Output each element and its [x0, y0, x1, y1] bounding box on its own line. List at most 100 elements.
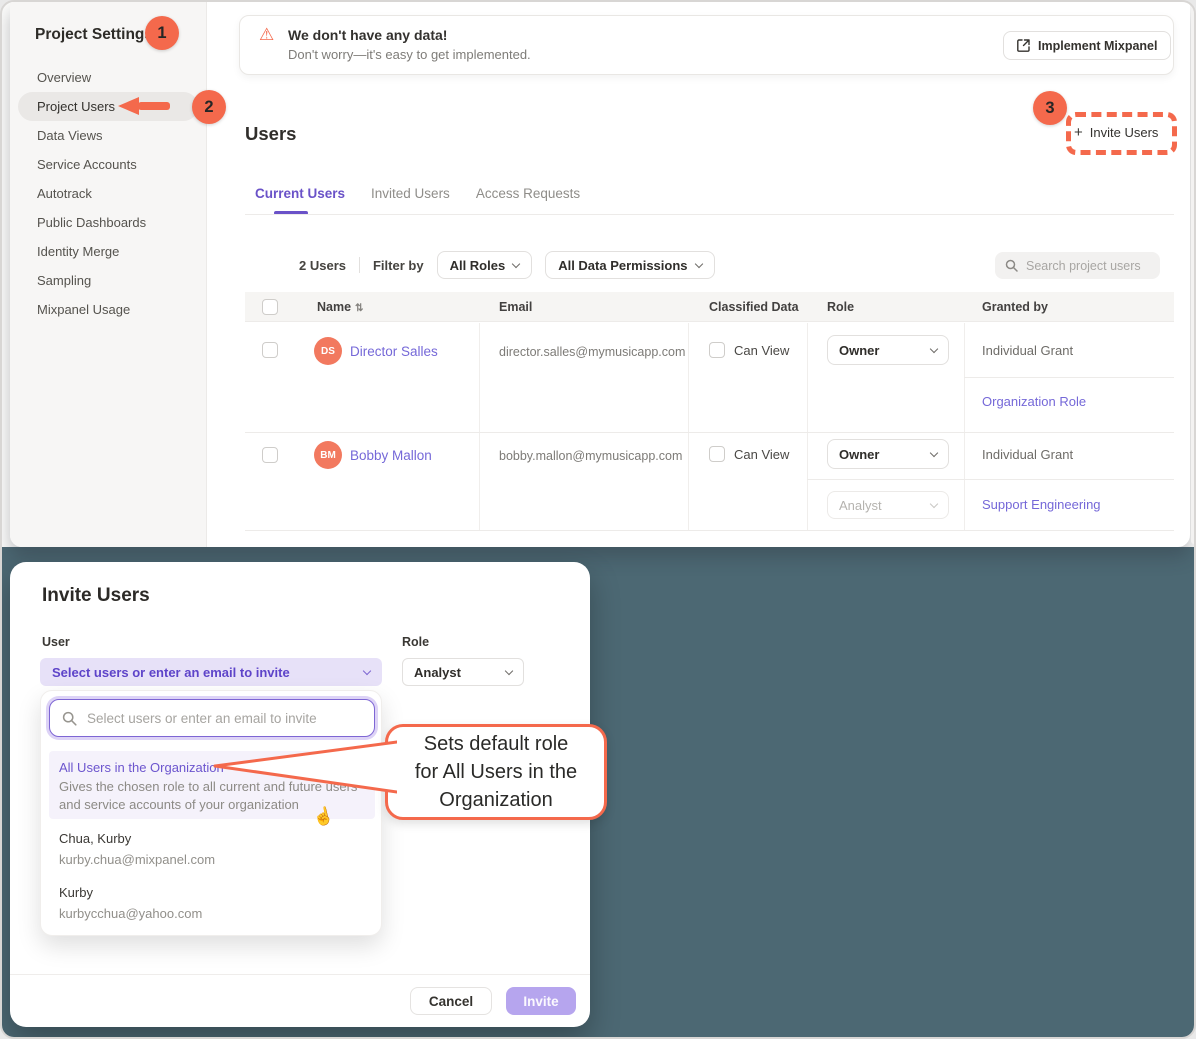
option-email: kurbycchua@yahoo.com — [59, 906, 202, 921]
sidebar: Project Settings Overview Project Users … — [10, 2, 207, 547]
granted-by-text: Individual Grant — [982, 447, 1073, 462]
option-user[interactable]: Kurby kurbycchua@yahoo.com — [59, 885, 202, 921]
option-name: Chua, Kurby — [59, 831, 215, 846]
sidebar-item-identity-merge[interactable]: Identity Merge — [10, 237, 207, 266]
modal-title: Invite Users — [42, 585, 150, 607]
role-select[interactable]: Owner — [827, 335, 949, 365]
select-all-checkbox[interactable] — [262, 299, 278, 315]
hand-cursor-icon: ☝ — [311, 805, 336, 829]
classified-cell: Can View — [709, 446, 789, 462]
chevron-down-icon — [512, 259, 520, 267]
external-link-icon — [1017, 39, 1030, 52]
can-view-label: Can View — [734, 343, 789, 358]
tab-access-requests[interactable]: Access Requests — [476, 186, 580, 201]
annotation-arrow-icon — [118, 97, 170, 115]
filter-row: 2 Users Filter by All Roles All Data Per… — [299, 251, 715, 279]
page-title: Users — [245, 123, 296, 145]
tab-current-users[interactable]: Current Users — [255, 186, 345, 201]
sidebar-item-data-views[interactable]: Data Views — [10, 121, 207, 150]
column-divider — [479, 323, 480, 530]
callout-line: Sets default role — [424, 730, 569, 758]
invite-users-button[interactable]: + Invite Users — [1074, 124, 1158, 141]
cancel-button[interactable]: Cancel — [410, 987, 492, 1015]
sidebar-item-overview[interactable]: Overview — [10, 63, 207, 92]
no-data-banner: ⚠ We don't have any data! Don't worry—it… — [239, 15, 1174, 75]
modal-footer-divider — [10, 974, 590, 975]
tabs-divider — [245, 214, 1174, 215]
invite-users-label: Invite Users — [1090, 125, 1159, 140]
sidebar-items: Overview Project Users Data Views Servic… — [10, 63, 207, 324]
scrollbar-track[interactable] — [1191, 4, 1196, 544]
option-email: kurby.chua@mixpanel.com — [59, 852, 215, 867]
sort-icon: ⇅ — [355, 303, 363, 314]
sidebar-item-mixpanel-usage[interactable]: Mixpanel Usage — [10, 295, 207, 324]
column-header-granted: Granted by — [982, 300, 1048, 314]
user-email: bobby.mallon@mymusicapp.com — [499, 449, 682, 463]
search-input[interactable] — [1026, 259, 1146, 273]
column-divider — [964, 323, 965, 530]
chevron-down-icon — [505, 666, 513, 674]
filter-by-label: Filter by — [373, 258, 424, 273]
chevron-down-icon — [694, 259, 702, 267]
sidebar-item-service-accounts[interactable]: Service Accounts — [10, 150, 207, 179]
classified-cell: Can View — [709, 342, 789, 358]
sidebar-item-public-dashboards[interactable]: Public Dashboards — [10, 208, 207, 237]
option-title: All Users in the Organization — [59, 760, 224, 775]
row-checkbox[interactable] — [262, 447, 278, 463]
sidebar-title: Project Settings — [35, 26, 153, 44]
divider — [359, 257, 360, 273]
users-table: Name⇅ Email Classified Data Role Granted… — [245, 292, 1174, 531]
table-header-row: Name⇅ Email Classified Data Role Granted… — [245, 292, 1174, 322]
can-view-checkbox[interactable] — [709, 446, 725, 462]
option-user[interactable]: Chua, Kurby kurby.chua@mixpanel.com — [59, 831, 215, 867]
granted-by-text: Individual Grant — [982, 343, 1073, 358]
column-divider — [807, 323, 808, 530]
column-header-role: Role — [827, 300, 854, 314]
organization-role-link[interactable]: Organization Role — [982, 394, 1086, 409]
users-tabs: Current Users Invited Users Access Reque… — [255, 186, 580, 201]
implement-mixpanel-button[interactable]: Implement Mixpanel — [1003, 31, 1171, 60]
permissions-filter-value: All Data Permissions — [558, 258, 687, 273]
role-select[interactable]: Analyst — [402, 658, 524, 686]
sidebar-item-project-users[interactable]: Project Users — [10, 92, 207, 121]
column-header-email: Email — [499, 300, 532, 314]
user-select[interactable]: Select users or enter an email to invite — [40, 658, 382, 686]
roles-filter-value: All Roles — [450, 258, 506, 273]
callout-bubble: Sets default role for All Users in the O… — [385, 724, 607, 820]
sub-row-divider — [807, 479, 1174, 480]
invite-button[interactable]: Invite — [506, 987, 576, 1015]
column-divider — [688, 323, 689, 530]
role-select[interactable]: Owner — [827, 439, 949, 469]
tab-invited-users[interactable]: Invited Users — [371, 186, 450, 201]
can-view-checkbox[interactable] — [709, 342, 725, 358]
avatar: DS — [314, 337, 342, 365]
user-name-link[interactable]: Director Salles — [350, 344, 438, 359]
step-badge-1: 1 — [145, 16, 179, 50]
support-engineering-link[interactable]: Support Engineering — [982, 497, 1101, 512]
warning-icon: ⚠ — [259, 25, 274, 45]
column-header-name[interactable]: Name⇅ — [317, 300, 363, 314]
user-select-dropdown: All Users in the Organization Gives the … — [40, 690, 382, 936]
plus-icon: + — [1074, 124, 1083, 141]
can-view-label: Can View — [734, 447, 789, 462]
sub-row-divider — [964, 377, 1174, 378]
callout-line: Organization — [439, 786, 552, 814]
step-badge-2: 2 — [192, 90, 226, 124]
sidebar-item-sampling[interactable]: Sampling — [10, 266, 207, 295]
screenshot-frame: Project Settings Overview Project Users … — [0, 0, 1196, 1039]
search-project-users[interactable] — [995, 252, 1160, 279]
sidebar-item-autotrack[interactable]: Autotrack — [10, 179, 207, 208]
role-select-value: Analyst — [414, 665, 461, 680]
permissions-filter-dropdown[interactable]: All Data Permissions — [545, 251, 714, 279]
dropdown-search-box[interactable] — [49, 699, 375, 737]
search-icon — [62, 711, 77, 726]
user-name-link[interactable]: Bobby Mallon — [350, 448, 432, 463]
user-count: 2 Users — [299, 258, 346, 273]
implement-mixpanel-label: Implement Mixpanel — [1038, 39, 1157, 53]
roles-filter-dropdown[interactable]: All Roles — [437, 251, 533, 279]
user-field-label: User — [42, 635, 70, 649]
row-divider — [245, 432, 1174, 433]
dropdown-search-input[interactable] — [87, 711, 362, 726]
column-header-classified: Classified Data — [709, 300, 799, 314]
row-checkbox[interactable] — [262, 342, 278, 358]
